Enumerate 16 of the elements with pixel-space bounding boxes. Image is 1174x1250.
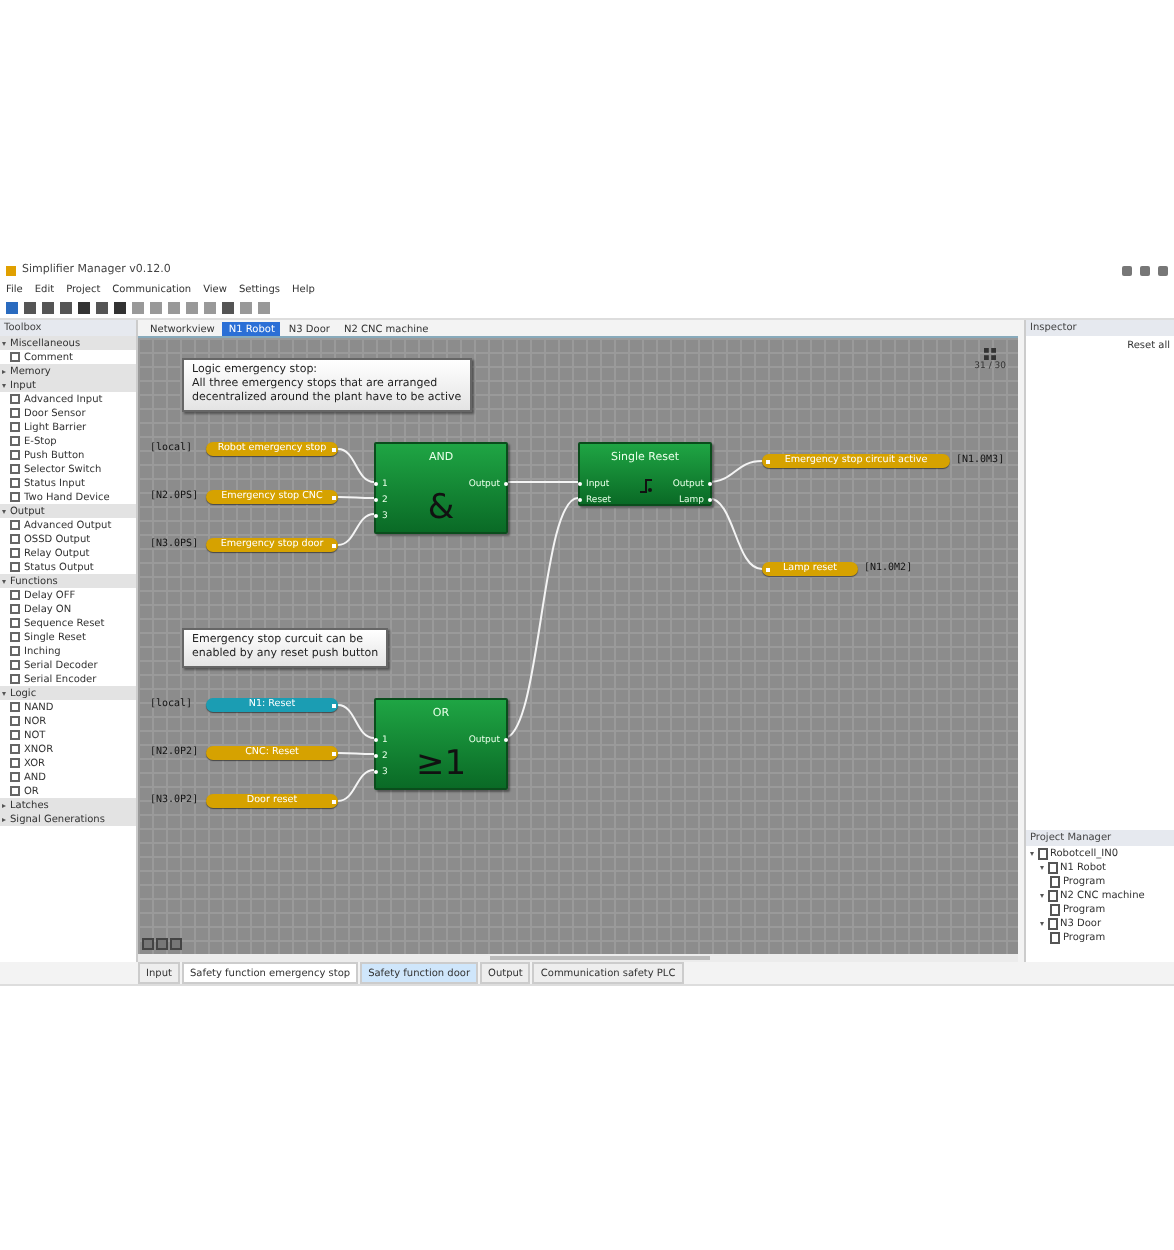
logic-symbol: &	[427, 490, 455, 526]
zoom-in-button[interactable]	[142, 938, 154, 950]
reset-symbol-icon	[636, 476, 656, 496]
zoom-out-button[interactable]	[156, 938, 168, 950]
grid-view-icon[interactable]	[984, 348, 997, 360]
scrollbar-thumb[interactable]	[490, 956, 710, 960]
expand-caret-icon[interactable]	[1040, 921, 1044, 925]
app-icon	[6, 265, 16, 275]
minimize-button[interactable]	[1122, 265, 1132, 275]
logic-symbol: ≥1	[415, 746, 467, 782]
maximize-button[interactable]	[1140, 265, 1150, 275]
expand-caret-icon[interactable]	[1030, 851, 1034, 855]
zoom-fit-button[interactable]	[170, 938, 182, 950]
expand-caret-icon[interactable]	[1040, 865, 1044, 869]
expand-caret-icon[interactable]	[1040, 893, 1044, 897]
close-button[interactable]	[1158, 265, 1168, 275]
